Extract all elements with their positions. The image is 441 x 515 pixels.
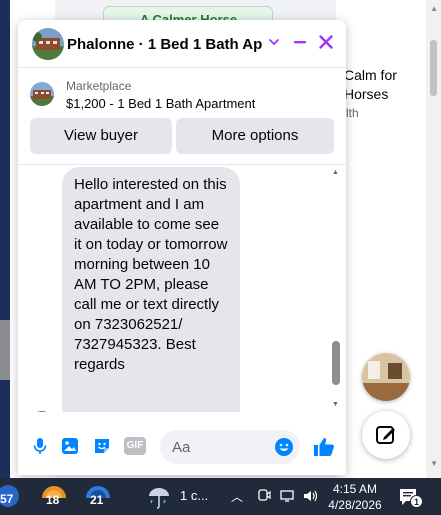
windows-taskbar: 57 18 21 1 c... ︿ 4:15 AM 4/28/2026 1 bbox=[0, 478, 441, 515]
message-list[interactable]: Hello interested on this apartment and I… bbox=[18, 164, 346, 412]
compose-icon bbox=[376, 426, 395, 444]
thumbs-up-icon[interactable] bbox=[312, 435, 336, 459]
tray-chevron-up-icon[interactable]: ︿ bbox=[231, 488, 243, 505]
listing-source: Marketplace bbox=[66, 79, 132, 93]
weather-widget-icon[interactable] bbox=[145, 482, 173, 512]
taskbar-app-18[interactable]: 18 bbox=[38, 482, 70, 512]
page-scroll-thumb[interactable] bbox=[430, 40, 437, 96]
app-badge: 21 bbox=[90, 493, 104, 507]
weather-text[interactable]: 1 c... bbox=[180, 488, 208, 503]
message-input[interactable] bbox=[172, 437, 268, 457]
message-input-box[interactable] bbox=[160, 430, 300, 464]
taskbar-clock[interactable]: 4:15 AM 4/28/2026 bbox=[328, 481, 382, 513]
side-subtitle: lth bbox=[346, 106, 359, 120]
left-edge-strip bbox=[0, 0, 10, 478]
network-icon[interactable] bbox=[279, 488, 297, 504]
contact-avatar[interactable] bbox=[32, 28, 64, 60]
minimize-icon[interactable] bbox=[292, 34, 308, 50]
app-badge: 57 bbox=[0, 492, 14, 506]
sticker-icon[interactable] bbox=[92, 436, 112, 456]
microphone-icon[interactable] bbox=[30, 436, 50, 456]
new-message-button[interactable] bbox=[362, 411, 410, 459]
sender-avatar bbox=[30, 411, 54, 412]
chat-header: Phalonne · 1 Bed 1 Bath Ap... bbox=[18, 20, 346, 68]
meet-now-icon[interactable] bbox=[256, 488, 272, 504]
scroll-down-arrow-icon[interactable]: ▼ bbox=[430, 459, 438, 468]
app-badge: 18 bbox=[46, 493, 60, 507]
message-composer: GIF bbox=[18, 424, 346, 470]
chat-window: Phalonne · 1 Bed 1 Bath Ap... Marketplac… bbox=[18, 20, 346, 475]
view-buyer-button[interactable]: View buyer bbox=[30, 118, 172, 154]
chat-title[interactable]: Phalonne · 1 Bed 1 Bath Ap... bbox=[67, 36, 263, 53]
scroll-up-arrow-icon[interactable]: ▲ bbox=[430, 4, 438, 13]
taskbar-app-21[interactable]: 21 bbox=[82, 482, 114, 512]
photo-icon[interactable] bbox=[60, 436, 80, 456]
notification-count: 1 bbox=[410, 495, 423, 508]
more-options-button[interactable]: More options bbox=[176, 118, 334, 154]
clock-time: 4:15 AM bbox=[332, 482, 378, 496]
chat-scroll-thumb[interactable] bbox=[332, 341, 340, 385]
gif-button[interactable]: GIF bbox=[124, 437, 146, 455]
taskbar-app-57[interactable]: 57 bbox=[0, 482, 22, 512]
chat-head-avatar[interactable] bbox=[362, 353, 410, 401]
close-icon[interactable] bbox=[318, 34, 334, 50]
volume-icon[interactable] bbox=[302, 488, 320, 504]
side-title[interactable]: Calm for Horses bbox=[344, 66, 404, 104]
listing-thumbnail bbox=[30, 82, 54, 106]
emoji-icon[interactable] bbox=[274, 437, 294, 457]
chat-scroll-up-icon[interactable]: ▲ bbox=[332, 169, 339, 176]
marketplace-listing[interactable]: Marketplace $1,200 - 1 Bed 1 Bath Apartm… bbox=[18, 68, 346, 116]
left-edge-grey-block bbox=[0, 320, 10, 380]
chevron-down-icon[interactable] bbox=[267, 35, 281, 49]
message-bubble: Hello interested on this apartment and I… bbox=[62, 167, 240, 412]
page-scrollbar[interactable]: ▲ ▼ bbox=[426, 0, 441, 478]
clock-date: 4/28/2026 bbox=[328, 498, 382, 512]
listing-title: $1,200 - 1 Bed 1 Bath Apartment bbox=[66, 96, 256, 111]
notification-center[interactable]: 1 bbox=[398, 486, 423, 508]
chat-scroll-down-icon[interactable]: ▼ bbox=[332, 401, 339, 408]
